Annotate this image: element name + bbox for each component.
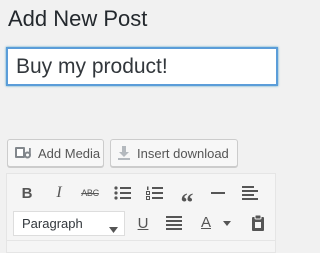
add-media-button[interactable]: Add Media (7, 139, 104, 167)
format-select[interactable]: Paragraph (13, 211, 125, 236)
horizontal-line-button[interactable] (207, 178, 229, 208)
justify-icon (166, 216, 182, 230)
horizontal-line-icon (211, 192, 225, 194)
post-title-field[interactable] (6, 47, 278, 86)
clipboard-icon (252, 215, 264, 231)
chevron-down-icon (109, 221, 118, 236)
paste-as-text-button[interactable] (247, 208, 269, 238)
media-icon (14, 145, 32, 161)
toolbar-row-2: Paragraph U A (7, 208, 275, 238)
text-color-button[interactable]: A (195, 208, 217, 238)
insert-download-label: Insert download (137, 145, 229, 161)
strikethrough-button[interactable]: ABC (79, 178, 101, 208)
align-left-button[interactable] (239, 178, 261, 208)
chevron-down-icon (223, 220, 231, 226)
post-title-input[interactable] (8, 49, 276, 84)
format-select-value: Paragraph (22, 216, 83, 231)
text-color-dropdown[interactable] (220, 208, 234, 238)
justify-button[interactable] (163, 208, 185, 238)
page-title: Add New Post (8, 6, 148, 31)
numbered-list-button[interactable] (143, 178, 167, 208)
italic-button[interactable]: I (49, 178, 69, 208)
align-left-icon (242, 186, 258, 200)
numbered-list-icon (146, 186, 163, 200)
underline-button[interactable]: U (133, 208, 153, 238)
add-media-label: Add Media (38, 145, 101, 161)
divider (6, 240, 276, 241)
bullet-list-icon (114, 186, 131, 200)
download-icon (117, 145, 131, 161)
text-color-label: A (200, 214, 211, 231)
toolbar-row-1: B I ABC “ (7, 178, 275, 217)
editor-toolbar: B I ABC “ Paragraph U A (6, 173, 276, 253)
insert-download-button[interactable]: Insert download (110, 139, 238, 167)
bold-button[interactable]: B (17, 178, 37, 208)
bullet-list-button[interactable] (111, 178, 135, 208)
